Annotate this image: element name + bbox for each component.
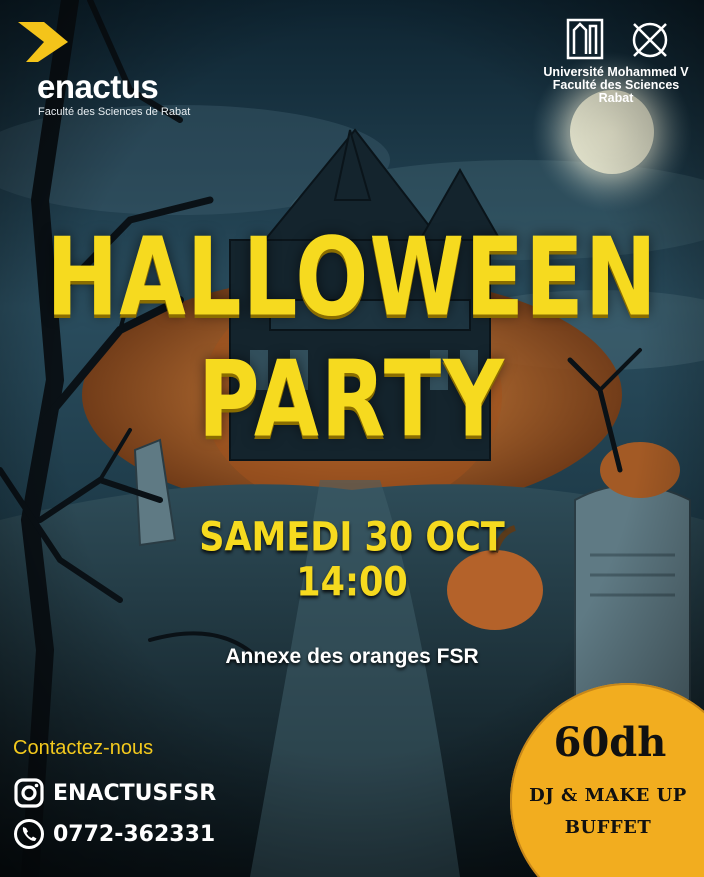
halloween-poster: enactus Faculté des Sciences de Rabat Un…	[0, 0, 704, 877]
university-crest-icon	[566, 18, 604, 60]
instagram-icon	[14, 778, 44, 808]
contact-phone[interactable]: 0772-362331	[13, 818, 215, 850]
event-time: 14:00	[296, 560, 408, 606]
phone-icon	[14, 819, 44, 849]
event-title-line-1: HALLOWEEN	[46, 215, 658, 341]
contact-instagram[interactable]: ENACTUSFSR	[13, 777, 216, 809]
event-title-line-2: PARTY	[198, 337, 506, 461]
enactus-logo: enactus Faculté des Sciences de Rabat	[10, 14, 210, 118]
university-name: Université Mohammed V Faculté des Scienc…	[528, 66, 704, 105]
price-feature-1: DJ & MAKE UP	[529, 785, 687, 806]
event-date: SAMEDI 30 OCT	[199, 515, 505, 561]
price-feature-2: BUFFET	[564, 817, 652, 838]
price-amount: 60dh	[553, 719, 667, 766]
enactus-chevron-icon	[18, 22, 68, 62]
event-venue: Annexe des oranges FSR	[225, 645, 479, 668]
faculty-emblem-icon	[632, 22, 668, 58]
instagram-handle: ENACTUSFSR	[53, 780, 217, 806]
phone-number: 0772-362331	[53, 821, 216, 847]
contact-heading: Contactez-nous	[13, 737, 154, 759]
enactus-subtitle: Faculté des Sciences de Rabat	[38, 106, 191, 118]
university-line: Rabat	[598, 91, 634, 105]
university-logos	[566, 18, 668, 60]
enactus-wordmark: enactus	[37, 68, 159, 105]
